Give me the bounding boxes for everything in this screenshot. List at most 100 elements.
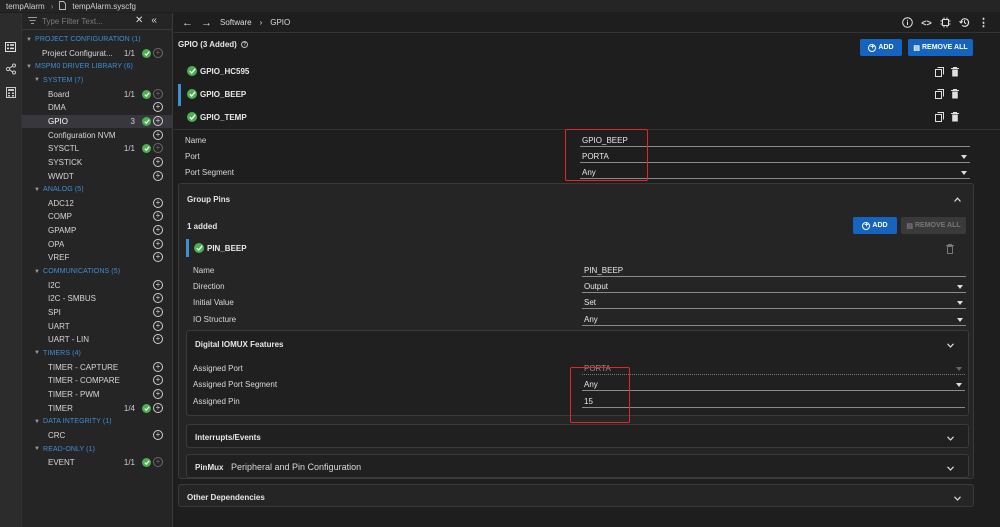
code-view-icon[interactable]: <> [920, 16, 933, 29]
pin-beep-item[interactable]: PIN_BEEP [194, 241, 247, 255]
sidebar-item-timer-capture[interactable]: TIMER - CAPTURE + [22, 361, 172, 374]
chevron-up-icon[interactable] [954, 194, 961, 202]
expand-caret-icon[interactable]: ▼ [34, 350, 40, 356]
sidebar-item-timer-compare[interactable]: TIMER - COMPARE + [22, 374, 172, 387]
filter-input[interactable] [42, 16, 124, 26]
sidebar-item-timer-pwm[interactable]: TIMER - PWM + [22, 388, 172, 401]
sidebar-item-spi[interactable]: SPI + [22, 306, 172, 319]
add-module-icon[interactable]: + [153, 307, 163, 317]
iomux-title[interactable]: Digital IOMUX Features [195, 340, 283, 349]
chevron-down-icon[interactable] [947, 340, 954, 348]
sidebar-item-comp[interactable]: COMP + [22, 210, 172, 223]
sidebar-item-uart[interactable]: UART + [22, 320, 172, 333]
sidebar-item-sysctl[interactable]: SYSCTL 1/1 + [22, 142, 172, 155]
project-name[interactable]: tempAlarm [6, 2, 45, 11]
sidebar-item-gpio[interactable]: GPIO 3 + [22, 114, 172, 128]
delete-pin-icon[interactable] [946, 244, 955, 254]
sidebar-item-timer[interactable]: TIMER 1/4 + [22, 402, 172, 415]
pinmux-title[interactable]: PinMux [195, 463, 223, 472]
list-view-icon[interactable] [4, 40, 17, 53]
delete-icon[interactable] [951, 67, 960, 77]
expand-caret-icon[interactable]: ▼ [34, 419, 40, 425]
assigned-port-select[interactable]: PORTA [582, 363, 965, 375]
add-module-icon[interactable]: + [153, 361, 163, 372]
sidebar-category-analog-5[interactable]: ▼ ANALOG (5) [22, 183, 172, 196]
sidebar-category-communications-5[interactable]: ▼ COMMUNICATIONS (5) [22, 265, 172, 278]
chevron-down-icon[interactable] [947, 433, 954, 441]
io-structure-select[interactable]: Any [582, 314, 966, 326]
breadcrumb-gpio[interactable]: GPIO [270, 18, 290, 27]
instance-gpio-hc595[interactable]: GPIO_HC595 [187, 64, 249, 78]
add-module-icon[interactable]: + [153, 334, 163, 345]
remove-all-pins-button[interactable]: ▤ REMOVE ALL [901, 217, 966, 234]
pin-name-field[interactable]: PIN_BEEP [582, 265, 966, 277]
sidebar-item-crc[interactable]: CRC + [22, 429, 172, 442]
sidebar-item-adc12[interactable]: ADC12 + [22, 197, 172, 210]
expand-caret-icon[interactable]: ▼ [26, 37, 32, 43]
filter-icon[interactable] [28, 16, 37, 26]
sidebar-item-i2c-smbus[interactable]: I2C - SMBUS + [22, 292, 172, 305]
sidebar-item-configuration-nvm[interactable]: Configuration NVM + [22, 129, 172, 142]
sidebar-category-timers-4[interactable]: ▼ TIMERS (4) [22, 347, 172, 360]
sidebar-item-i2c[interactable]: I2C + [22, 279, 172, 292]
device-view-icon[interactable] [939, 16, 952, 29]
add-module-icon[interactable]: + [153, 320, 163, 331]
sidebar-item-board[interactable]: Board 1/1 + [22, 88, 172, 101]
add-module-icon[interactable]: + [153, 143, 163, 154]
assigned-pin-field[interactable]: 15 [582, 396, 965, 408]
copy-icon[interactable] [935, 67, 944, 77]
sidebar-item-opa[interactable]: OPA + [22, 238, 172, 251]
instance-gpio-beep[interactable]: GPIO_BEEP [187, 87, 246, 101]
sidebar-item-gpamp[interactable]: GPAMP + [22, 224, 172, 237]
add-module-icon[interactable]: + [153, 115, 163, 126]
add-pin-button[interactable]: + ADD [853, 217, 897, 234]
add-button[interactable]: + ADD [860, 39, 902, 56]
add-module-icon[interactable]: + [153, 402, 163, 413]
add-module-icon[interactable]: + [153, 225, 163, 236]
chevron-down-icon[interactable] [954, 493, 961, 501]
chevron-down-icon[interactable] [947, 463, 954, 471]
history-icon[interactable] [958, 16, 971, 29]
add-module-icon[interactable]: + [153, 457, 163, 468]
add-module-icon[interactable]: + [153, 197, 163, 208]
sidebar-category-project-configuration-1[interactable]: ▼ PROJECT CONFIGURATION (1) [22, 33, 172, 46]
add-module-icon[interactable]: + [153, 47, 163, 58]
clear-filter-icon[interactable]: ✕ [135, 16, 143, 26]
sidebar-item-project-configurat[interactable]: Project Configurat... 1/1 + [22, 47, 172, 60]
add-module-icon[interactable]: + [153, 388, 163, 399]
sidebar-category-data-integrity-1[interactable]: ▼ DATA INTEGRITY (1) [22, 415, 172, 428]
add-module-icon[interactable]: + [153, 129, 163, 140]
sidebar-item-vref[interactable]: VREF + [22, 251, 172, 264]
forward-arrow-icon[interactable]: → [201, 17, 212, 29]
breadcrumb-software[interactable]: Software [220, 18, 252, 27]
delete-icon[interactable] [951, 112, 960, 122]
more-vert-icon[interactable]: ⋮ [977, 16, 990, 29]
back-arrow-icon[interactable]: ← [182, 17, 193, 29]
sidebar-category-read-only-1[interactable]: ▼ READ-ONLY (1) [22, 443, 172, 456]
sidebar-category-system-7[interactable]: ▼ SYSTEM (7) [22, 74, 172, 87]
file-name[interactable]: tempAlarm.syscfg [72, 2, 136, 11]
sidebar-category-mspm0-driver-library-6[interactable]: ▼ MSPM0 DRIVER LIBRARY (6) [22, 60, 172, 73]
sidebar-item-systick[interactable]: SYSTICK + [22, 156, 172, 169]
help-icon[interactable]: ? [241, 41, 249, 49]
sidebar-item-dma[interactable]: DMA + [22, 101, 172, 114]
add-module-icon[interactable]: + [153, 238, 163, 249]
add-module-icon[interactable]: + [153, 293, 163, 304]
remove-all-button[interactable]: ▤ REMOVE ALL [908, 39, 973, 56]
other-dependencies-title[interactable]: Other Dependencies [187, 493, 265, 502]
add-module-icon[interactable]: + [153, 102, 163, 113]
add-module-icon[interactable]: + [153, 170, 163, 181]
info-icon[interactable] [901, 16, 914, 29]
calculator-icon[interactable] [4, 86, 17, 99]
initial-value-select[interactable]: Set [582, 297, 966, 309]
assigned-port-segment-select[interactable]: Any [582, 379, 965, 391]
add-module-icon[interactable]: + [153, 429, 163, 440]
interrupts-title[interactable]: Interrupts/Events [195, 433, 261, 442]
add-module-icon[interactable]: + [153, 156, 163, 167]
instance-gpio-temp[interactable]: GPIO_TEMP [187, 110, 247, 124]
add-module-icon[interactable]: + [153, 279, 163, 290]
collapse-sidebar-icon[interactable]: « [151, 16, 157, 26]
add-module-icon[interactable]: + [153, 211, 163, 222]
expand-caret-icon[interactable]: ▼ [34, 269, 40, 275]
expand-caret-icon[interactable]: ▼ [34, 446, 40, 452]
